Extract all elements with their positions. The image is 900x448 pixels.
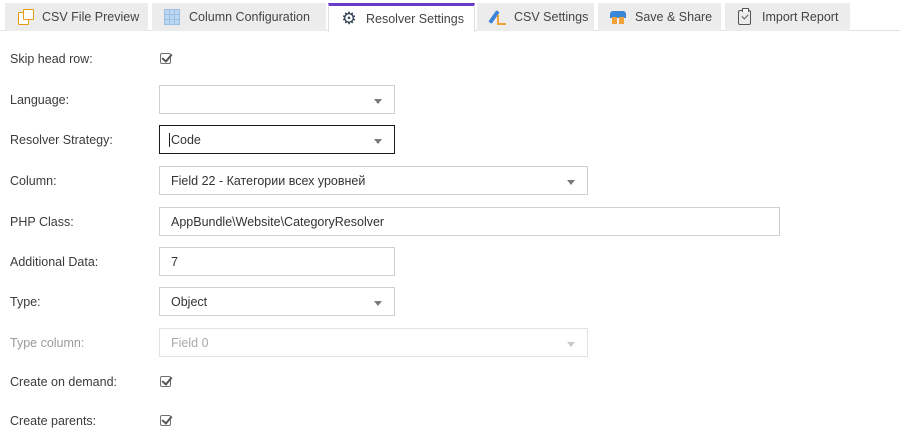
clipboard-check-icon bbox=[738, 7, 751, 25]
additional-data-row: Additional Data: 7 bbox=[0, 245, 900, 279]
tab-resolver-settings[interactable]: ⚙ Resolver Settings bbox=[328, 3, 475, 32]
language-select[interactable] bbox=[159, 85, 395, 114]
type-column-row: Type column: Field 0 bbox=[0, 326, 900, 360]
file-preview-icon bbox=[17, 9, 34, 25]
type-select[interactable]: Object bbox=[159, 287, 395, 316]
tab-label: CSV File Preview bbox=[42, 10, 140, 24]
resolver-strategy-value: Code bbox=[171, 132, 201, 147]
type-column-value: Field 0 bbox=[171, 335, 209, 350]
type-column-select: Field 0 bbox=[159, 328, 588, 357]
create-parents-row: Create parents: bbox=[0, 404, 900, 438]
create-on-demand-label: Create on demand: bbox=[10, 375, 118, 389]
language-row: Language: bbox=[0, 83, 900, 117]
tab-csv-file-preview[interactable]: CSV File Preview bbox=[5, 3, 148, 31]
column-row: Column: Field 22 - Категории всех уровне… bbox=[0, 164, 900, 198]
pen-icon bbox=[488, 9, 506, 25]
text-cursor bbox=[169, 132, 170, 147]
additional-data-value: 7 bbox=[171, 254, 178, 269]
tab-save-share[interactable]: Save & Share bbox=[598, 3, 721, 31]
skip-head-row-row: Skip head row: bbox=[0, 42, 900, 76]
language-label: Language: bbox=[10, 93, 70, 107]
chevron-down-icon bbox=[567, 342, 575, 347]
gear-icon: ⚙ bbox=[341, 9, 357, 28]
create-on-demand-row: Create on demand: bbox=[0, 365, 900, 399]
skip-head-row-checkbox[interactable] bbox=[160, 51, 174, 66]
tab-csv-settings[interactable]: CSV Settings bbox=[477, 3, 594, 31]
additional-data-label: Additional Data: bbox=[10, 255, 99, 269]
type-value: Object bbox=[171, 294, 208, 309]
create-parents-label: Create parents: bbox=[10, 414, 97, 428]
column-value: Field 22 - Категории всех уровней bbox=[171, 173, 366, 188]
tab-column-configuration[interactable]: Column Configuration bbox=[152, 3, 326, 31]
column-select[interactable]: Field 22 - Категории всех уровней bbox=[159, 166, 588, 195]
type-column-label: Type column: bbox=[10, 336, 85, 350]
php-class-value: AppBundle\Website\CategoryResolver bbox=[171, 214, 385, 229]
tab-label: CSV Settings bbox=[514, 10, 589, 24]
php-class-input[interactable]: AppBundle\Website\CategoryResolver bbox=[159, 207, 780, 236]
chevron-down-icon[interactable] bbox=[374, 99, 382, 104]
create-parents-checkbox[interactable] bbox=[160, 413, 174, 428]
resolver-strategy-select[interactable]: Code bbox=[159, 125, 395, 154]
additional-data-input[interactable]: 7 bbox=[159, 247, 395, 276]
tab-label: Import Report bbox=[762, 10, 839, 24]
chevron-down-icon[interactable] bbox=[567, 180, 575, 185]
tab-label: Resolver Settings bbox=[366, 12, 464, 26]
create-on-demand-checkbox[interactable] bbox=[160, 374, 174, 389]
column-label: Column: bbox=[10, 174, 57, 188]
type-label: Type: bbox=[10, 295, 41, 309]
php-class-label: PHP Class: bbox=[10, 215, 74, 229]
grid-icon bbox=[164, 9, 180, 25]
tab-label: Column Configuration bbox=[189, 10, 310, 24]
resolver-strategy-label: Resolver Strategy: bbox=[10, 133, 113, 147]
tab-import-report[interactable]: Import Report bbox=[725, 3, 850, 31]
chevron-down-icon[interactable] bbox=[374, 301, 382, 306]
chevron-down-icon[interactable] bbox=[374, 139, 382, 144]
php-class-row: PHP Class: AppBundle\Website\CategoryRes… bbox=[0, 205, 900, 239]
tab-bar: CSV File Preview Column Configuration ⚙ … bbox=[0, 0, 900, 32]
save-share-icon bbox=[610, 9, 626, 25]
tab-label: Save & Share bbox=[635, 10, 713, 24]
type-row: Type: Object bbox=[0, 285, 900, 319]
skip-head-row-label: Skip head row: bbox=[10, 52, 93, 66]
resolver-strategy-row: Resolver Strategy: Code bbox=[0, 123, 900, 157]
